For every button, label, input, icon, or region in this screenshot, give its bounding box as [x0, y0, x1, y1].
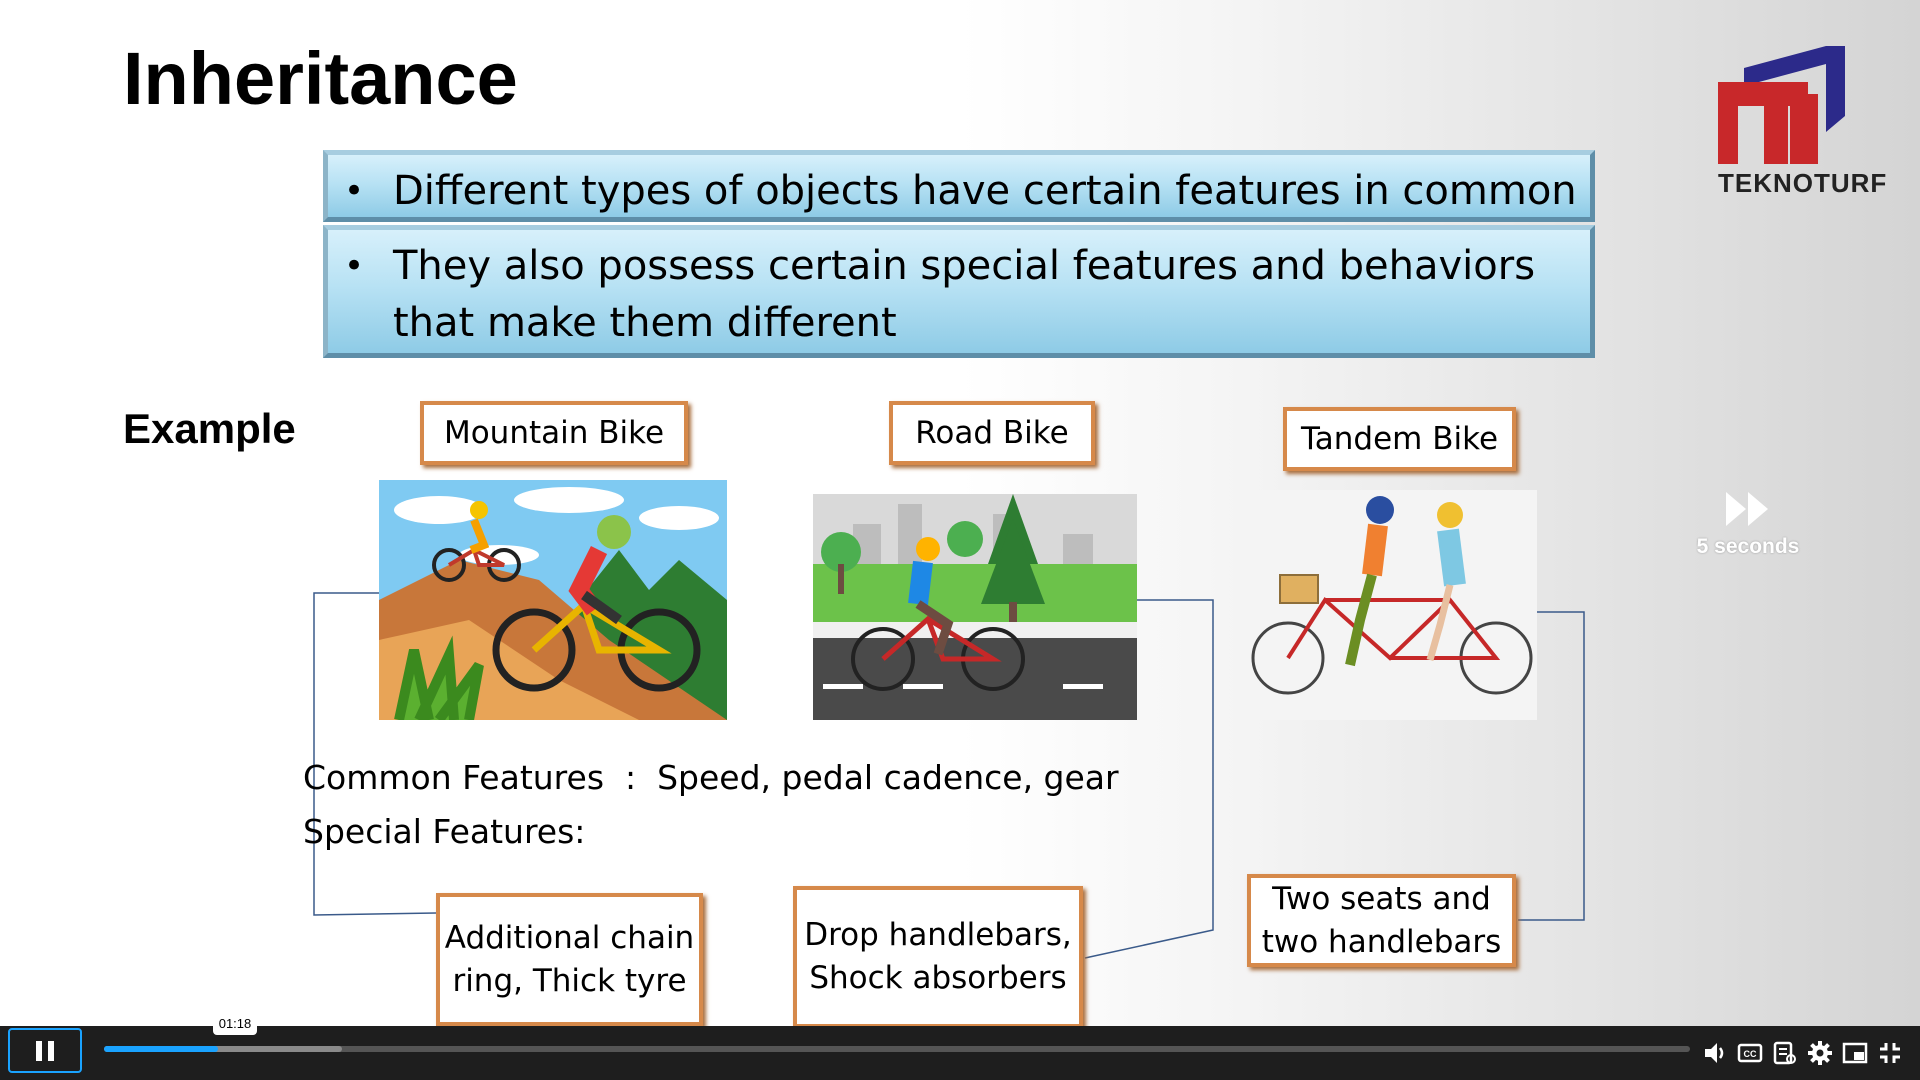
current-time-tooltip: 01:18	[213, 1013, 257, 1035]
exit-fullscreen-icon[interactable]	[1877, 1040, 1903, 1066]
mountain-bike-image	[379, 480, 727, 720]
special-features-heading: Special Features:	[303, 812, 586, 851]
pause-icon	[36, 1040, 54, 1061]
bullet-box-special: • They also possess certain special feat…	[323, 225, 1595, 358]
settings-icon[interactable]	[1807, 1040, 1833, 1066]
tandem-bike-special-features: Two seats and two handlebars	[1247, 874, 1516, 967]
progress-bar[interactable]	[104, 1046, 1690, 1052]
logo-wordmark: TEKNOTURF	[1718, 168, 1888, 198]
video-frame[interactable]: Inheritance TEKNOTURF • Different types …	[0, 0, 1920, 1080]
road-bike-special-features: Drop handlebars, Shock absorbers	[793, 886, 1083, 1028]
skip-forward-button[interactable]: 5 seconds	[1688, 492, 1808, 559]
volume-icon[interactable]	[1702, 1040, 1728, 1066]
bullet-text: Different types of objects have certain …	[393, 168, 1577, 214]
picture-in-picture-icon[interactable]	[1842, 1040, 1868, 1066]
example-heading: Example	[123, 405, 296, 452]
common-features-text: Common Features : Speed, pedal cadence, …	[303, 758, 1119, 797]
skip-forward-label: 5 seconds	[1696, 535, 1800, 558]
transcript-icon[interactable]	[1772, 1040, 1798, 1066]
closed-captions-icon[interactable]: CC	[1737, 1040, 1763, 1066]
road-bike-label: Road Bike	[889, 401, 1095, 465]
road-bike-image	[813, 494, 1137, 720]
player-control-bar	[0, 1026, 1920, 1080]
bullet-box-common: • Different types of objects have certai…	[323, 150, 1595, 222]
played-progress	[104, 1046, 219, 1052]
tandem-bike-image	[1250, 490, 1537, 720]
slide-title: Inheritance	[123, 37, 518, 120]
fast-forward-icon	[1726, 492, 1768, 526]
bullet-text: They also possess certain special featur…	[393, 243, 1536, 346]
mountain-bike-special-features: Additional chain ring, Thick tyre	[436, 893, 703, 1026]
tandem-bike-label: Tandem Bike	[1283, 407, 1516, 471]
bullet-marker: •	[344, 246, 365, 286]
bullet-marker: •	[344, 171, 365, 211]
pause-button[interactable]	[8, 1028, 82, 1073]
svg-text:CC: CC	[1744, 1049, 1757, 1059]
mountain-bike-label: Mountain Bike	[420, 401, 688, 465]
